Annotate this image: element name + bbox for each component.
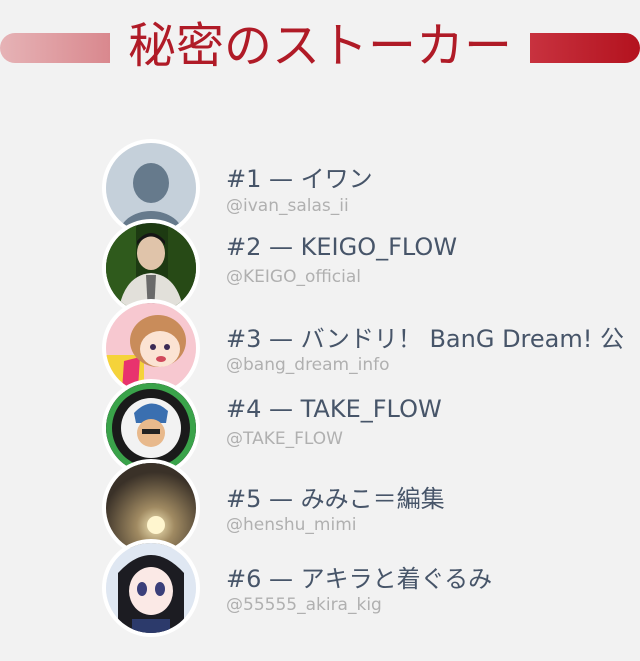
user-name[interactable]: #4 — TAKE_FLOW (226, 395, 442, 423)
user-name[interactable]: #1 — イワン (226, 159, 373, 194)
user-name[interactable]: #6 — アキラと着ぐるみ (226, 559, 492, 594)
user-name[interactable]: #5 — みみこ＝編集 (226, 479, 445, 514)
title-decoration-right (530, 33, 640, 63)
user-row-6[interactable]: #6 — アキラと着ぐるみ @55555_akira_kig (102, 539, 640, 637)
user-name[interactable]: #2 — KEIGO_FLOW (226, 233, 457, 261)
page: 秘密のストーカー #1 — イワン @ivan_salas_ii #2 — KE… (0, 0, 640, 661)
user-handle[interactable]: @bang_dream_info (226, 355, 390, 375)
user-handle[interactable]: @KEIGO_official (226, 267, 361, 287)
page-title: 秘密のストーカー (127, 18, 512, 74)
user-handle[interactable]: @TAKE_FLOW (226, 429, 343, 449)
title-decoration-left (0, 33, 110, 63)
user-handle[interactable]: @55555_akira_kig (226, 595, 382, 615)
user-handle[interactable]: @ivan_salas_ii (226, 196, 349, 216)
user-name[interactable]: #3 — バンドリ！ BanG Dream! 公 (226, 319, 624, 354)
avatar-kigurumi-photo[interactable] (102, 539, 200, 637)
user-handle[interactable]: @henshu_mimi (226, 515, 356, 535)
kigurumi-photo-icon (106, 543, 196, 633)
